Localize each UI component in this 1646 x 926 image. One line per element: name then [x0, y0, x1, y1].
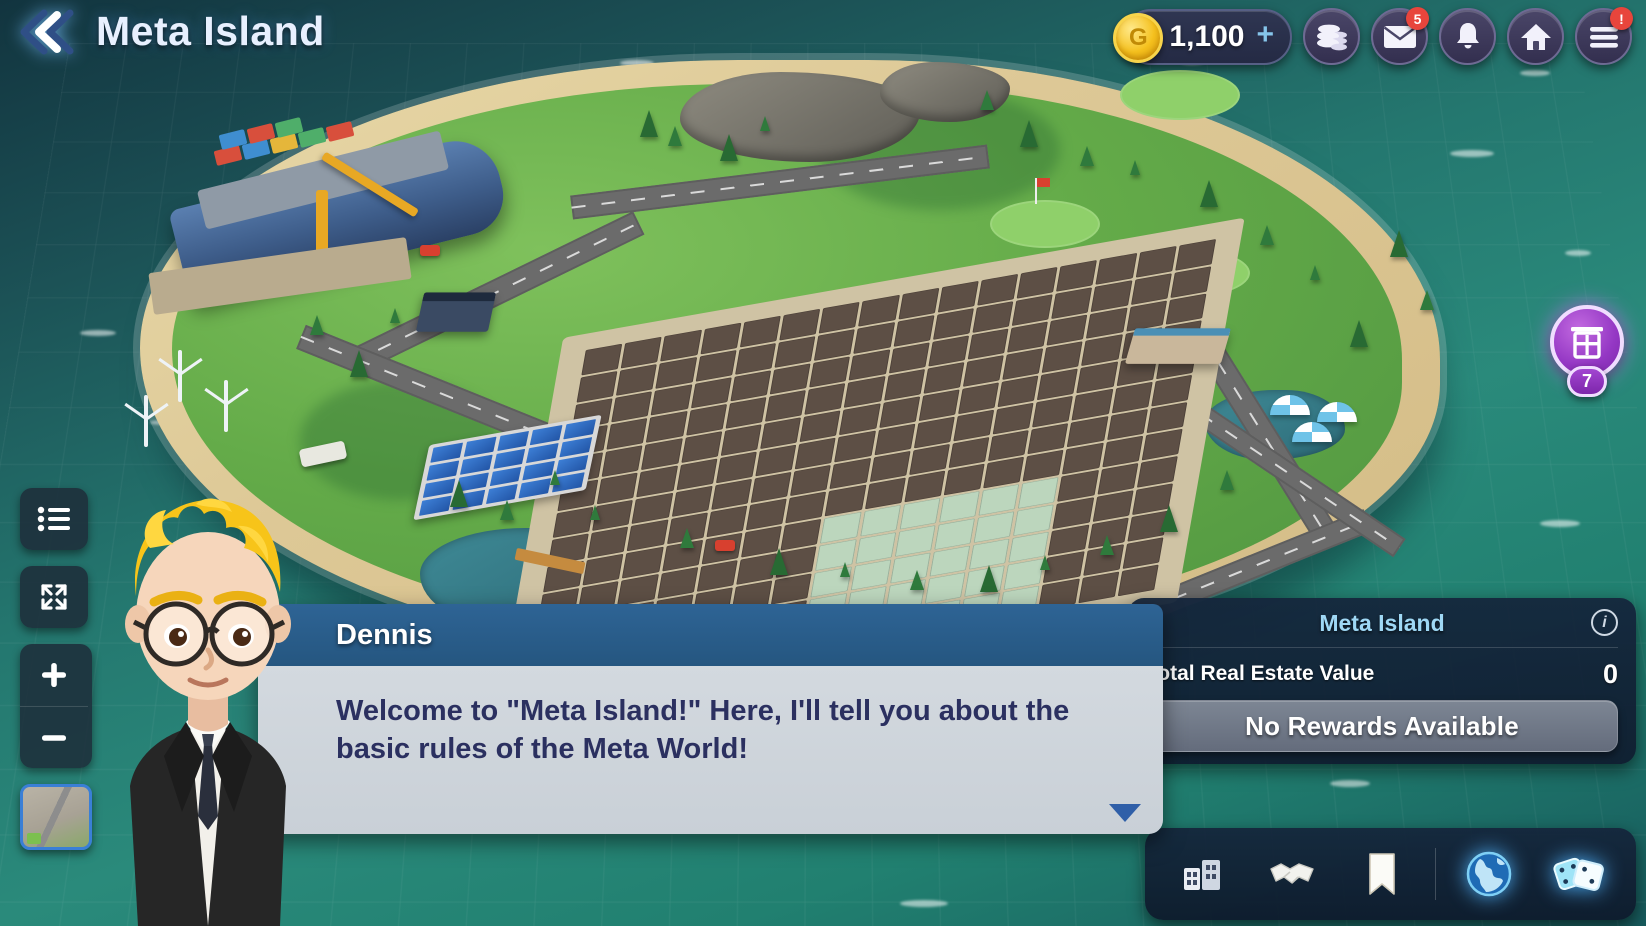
coin-amount: 1,100: [1169, 19, 1245, 53]
info-icon[interactable]: i: [1591, 609, 1618, 636]
coins-stack-button[interactable]: [1303, 8, 1360, 65]
expand-arrows-icon: [41, 584, 67, 610]
globe-icon: [1466, 851, 1512, 897]
beach-villa[interactable]: [1124, 328, 1232, 364]
buildings-button[interactable]: [1159, 837, 1245, 911]
car: [715, 540, 735, 551]
mail-badge: 5: [1406, 7, 1429, 30]
dialog-body: Welcome to "Meta Island!" Here, I'll tel…: [258, 666, 1163, 834]
back-button[interactable]: [14, 9, 84, 55]
currency-display[interactable]: G 1,100 +: [1113, 8, 1292, 65]
rewards-button[interactable]: No Rewards Available: [1146, 700, 1618, 752]
total-real-estate-value-row: Total Real Estate Value 0: [1146, 648, 1618, 696]
handshake-icon: [1270, 863, 1314, 884]
building-blocks-icon: [1184, 860, 1220, 890]
double-chevron-left-icon: [20, 9, 74, 54]
mail-button[interactable]: 5: [1371, 7, 1429, 65]
action-bar-divider: [1435, 848, 1436, 900]
home-icon: [1520, 23, 1551, 50]
menu-button[interactable]: !: [1575, 7, 1633, 65]
dialog-speaker-name: Dennis: [336, 618, 433, 651]
plus-icon: [42, 663, 66, 687]
dice-icon: [1553, 857, 1604, 891]
dialog-box[interactable]: Dennis Welcome to "Meta Island!" Here, I…: [258, 604, 1163, 834]
hud-bar: G 1,100 + 5 !: [1113, 7, 1633, 65]
stat-label: Total Real Estate Value: [1146, 662, 1375, 686]
stat-value: 0: [1602, 659, 1618, 689]
info-panel-title: Meta Island: [1319, 610, 1445, 636]
notifications-button[interactable]: [1439, 8, 1496, 65]
character-dennis: [125, 498, 291, 926]
car: [420, 245, 440, 256]
info-panel-header: Meta Island i: [1146, 606, 1618, 648]
page-header: Meta Island: [14, 8, 325, 55]
golf-green: [1120, 70, 1240, 120]
coins-stack-icon: [1316, 24, 1347, 50]
dice-button[interactable]: [1536, 837, 1622, 911]
trade-button[interactable]: [1249, 837, 1335, 911]
building-icon: [1571, 327, 1603, 359]
windmill: [224, 380, 228, 432]
home-button[interactable]: [1507, 8, 1564, 65]
dialog-text: Welcome to "Meta Island!" Here, I'll tel…: [336, 695, 1070, 766]
island-info-panel: Meta Island i Total Real Estate Value 0 …: [1128, 598, 1636, 764]
bookmark-button[interactable]: [1339, 837, 1425, 911]
dialog-next-arrow[interactable]: [1109, 804, 1141, 822]
golf-green: [990, 200, 1100, 248]
building-count-badge[interactable]: 7: [1550, 305, 1624, 397]
bottom-action-bar: [1145, 828, 1636, 920]
menu-badge: !: [1610, 7, 1633, 30]
hamburger-menu-icon: [1589, 26, 1618, 48]
windmill: [144, 395, 148, 447]
add-coins-button[interactable]: +: [1256, 20, 1274, 53]
building-count: 7: [1567, 366, 1607, 397]
page-title: Meta Island: [96, 8, 325, 54]
dialog-header: Dennis: [258, 604, 1163, 666]
minus-icon: [42, 734, 66, 741]
gold-coin-icon: G: [1113, 12, 1164, 63]
port-building[interactable]: [415, 292, 497, 332]
bookmark-icon: [1369, 853, 1395, 895]
bell-icon: [1456, 22, 1479, 48]
golf-flag: [1035, 178, 1050, 204]
windmill: [178, 350, 182, 402]
world-button[interactable]: [1446, 837, 1532, 911]
list-icon: [37, 506, 70, 532]
